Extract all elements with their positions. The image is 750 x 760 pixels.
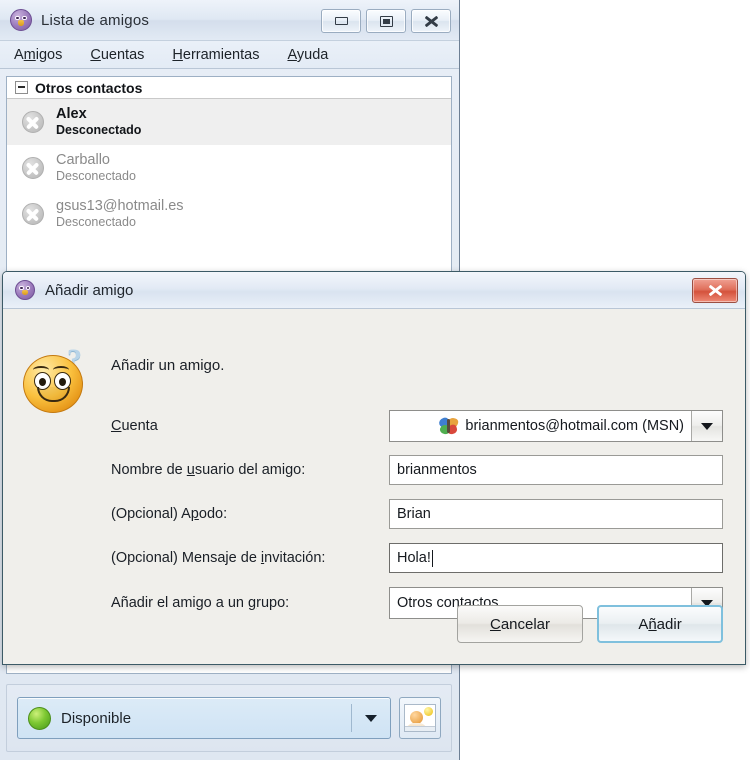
list-item[interactable]: Carballo Desconectado [7,145,451,191]
add-buddy-form: Cuenta brianmentos@hotmail.com (MSN) Nom… [111,410,723,633]
status-label: Disponible [61,709,132,727]
text-caret [431,549,433,567]
buddy-list-title: Lista de amigos [41,11,150,29]
alias-input[interactable]: Brian [389,499,723,529]
field-row-username: Nombre de usuario del amigo: brianmentos [111,455,723,485]
contact-name: Alex [56,106,87,123]
account-select[interactable]: brianmentos@hotmail.com (MSN) [389,410,723,442]
list-item[interactable]: Alex Desconectado [7,99,451,145]
dialog-close-button[interactable] [692,278,738,303]
status-selector[interactable]: Disponible [17,697,391,739]
close-button[interactable] [411,9,451,33]
pidgin-bird-icon [10,9,32,31]
chevron-down-icon[interactable] [691,411,722,441]
menu-bar: Amigos Cuentas Herramientas Ayuda [0,41,459,69]
invite-label: (Opcional) Mensaje de invitación: [111,550,326,566]
field-row-invite: (Opcional) Mensaje de invitación: Hola! [111,543,723,573]
alias-label: (Opcional) Apodo: [111,506,228,522]
group-label-field: Añadir el amigo a un grupo: [111,595,290,611]
buddy-list-titlebar: Lista de amigos [0,0,459,41]
menu-item-ayuda[interactable]: Ayuda [287,47,328,63]
contact-name: gsus13@hotmail.es [56,198,184,215]
username-label: Nombre de usuario del amigo: [111,462,306,478]
menu-item-amigos[interactable]: Amigos [14,47,62,63]
dialog-button-bar: Cancelar Añ adir [457,605,723,643]
pidgin-bird-icon [15,280,35,300]
menu-item-cuentas[interactable]: Cuentas [90,47,144,63]
msn-butterfly-icon [438,416,460,436]
field-row-alias: (Opcional) Apodo: Brian [111,499,723,529]
invite-value: Hola! [397,550,431,566]
username-input[interactable]: brianmentos [389,455,723,485]
collapse-icon[interactable] [15,81,28,94]
list-item[interactable]: gsus13@hotmail.es Desconectado [7,191,451,237]
dialog-title: Añadir amigo [45,281,134,299]
alias-value: Brian [397,506,431,522]
chevron-down-icon[interactable] [365,715,377,722]
offline-status-icon [21,202,45,226]
add-buddy-dialog: Añadir amigo ? Añadir un amigo. Cuenta b… [2,271,746,665]
account-value: brianmentos@hotmail.com (MSN) [465,418,684,434]
field-row-account: Cuenta brianmentos@hotmail.com (MSN) [111,410,723,442]
window-controls [321,9,451,33]
contact-status: Desconectado [56,169,136,184]
contact-name: Carballo [56,152,110,169]
screen-root: Lista de amigos Amigos Cuentas Herramien… [0,0,750,760]
cancel-button[interactable]: Cancelar [457,605,583,643]
group-header-otros-contactos[interactable]: Otros contactos [7,77,451,99]
contact-status: Desconectado [56,123,142,138]
offline-status-icon [21,156,45,180]
menu-item-herramientas[interactable]: Herramientas [172,47,259,63]
dialog-titlebar: Añadir amigo [3,272,745,309]
avatar-image [404,704,436,732]
minimize-button[interactable] [321,9,361,33]
username-value: brianmentos [397,462,477,478]
add-button[interactable]: Añ adir [597,605,723,643]
account-label: Cuenta [111,418,158,434]
divider [351,704,352,732]
group-label: Otros contactos [35,79,143,96]
dialog-body: ? Añadir un amigo. Cuenta brianmentos@ho… [3,309,745,665]
available-status-icon [28,706,51,730]
maximize-button[interactable] [366,9,406,33]
status-bar: Disponible [6,684,452,752]
contact-status: Desconectado [56,215,136,230]
buddy-icon-button[interactable] [399,697,441,739]
dialog-heading: Añadir un amigo. [111,357,225,374]
offline-status-icon [21,110,45,134]
invite-input[interactable]: Hola! [389,543,723,573]
smiley-question-icon: ? [21,343,89,413]
